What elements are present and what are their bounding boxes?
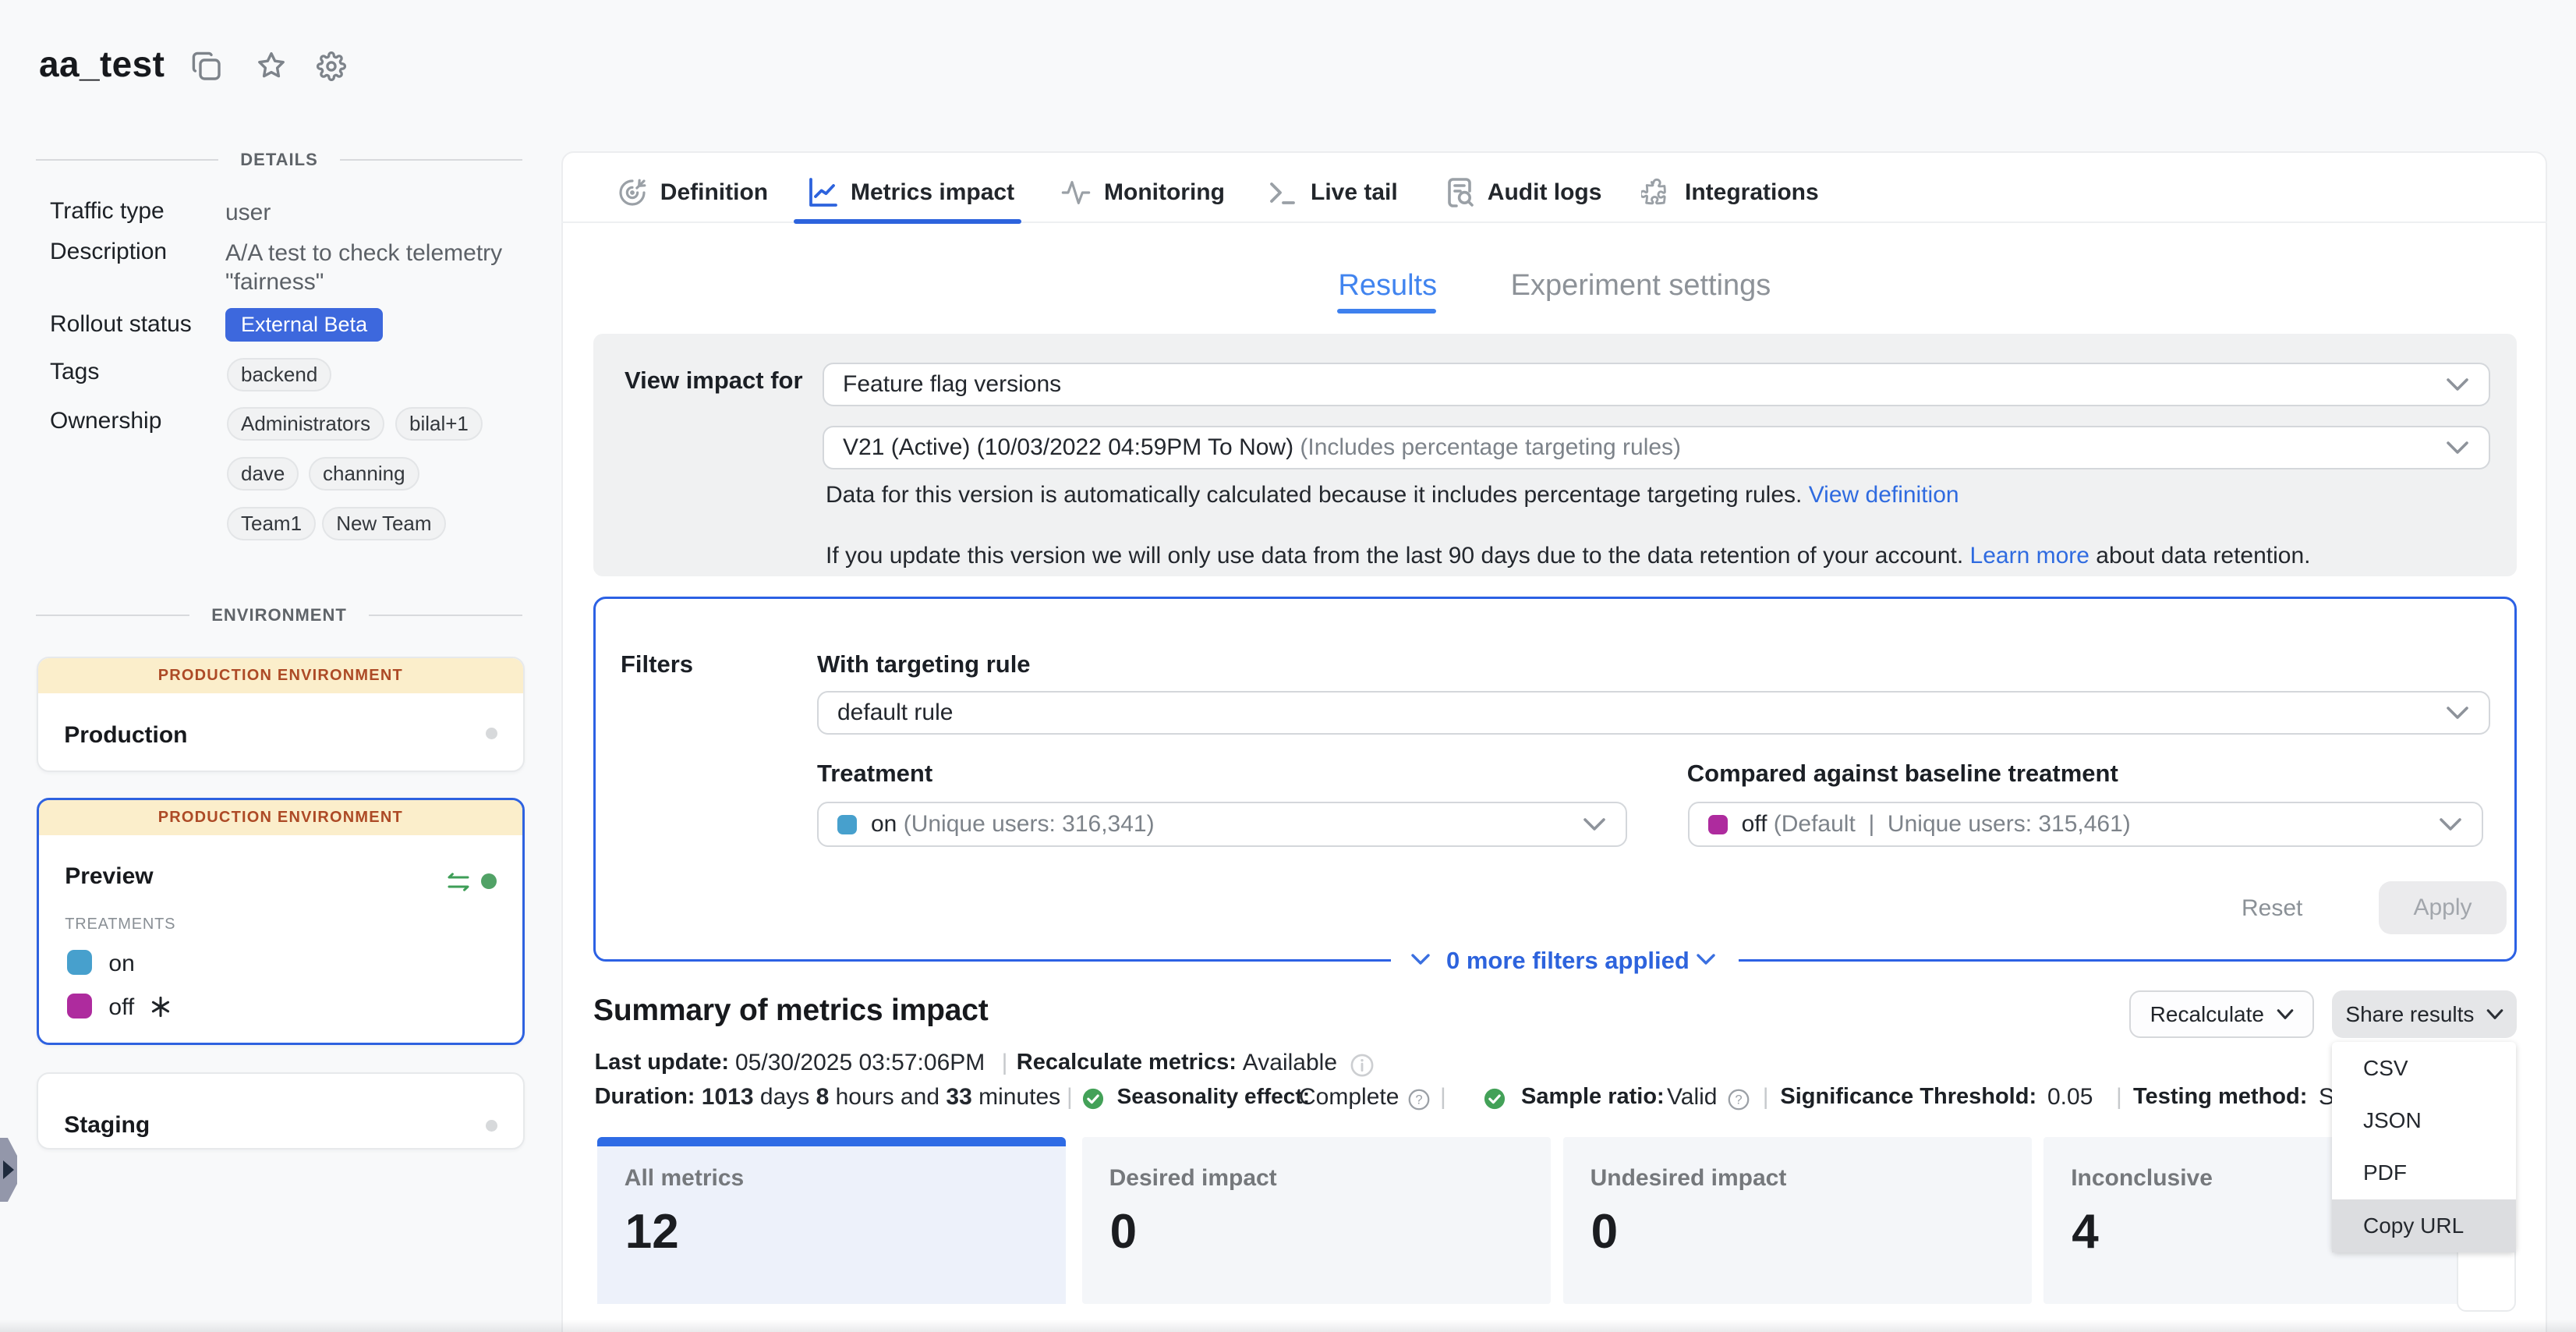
svg-text:?: ? [1735, 1092, 1742, 1107]
svg-text:?: ? [1415, 1092, 1422, 1107]
